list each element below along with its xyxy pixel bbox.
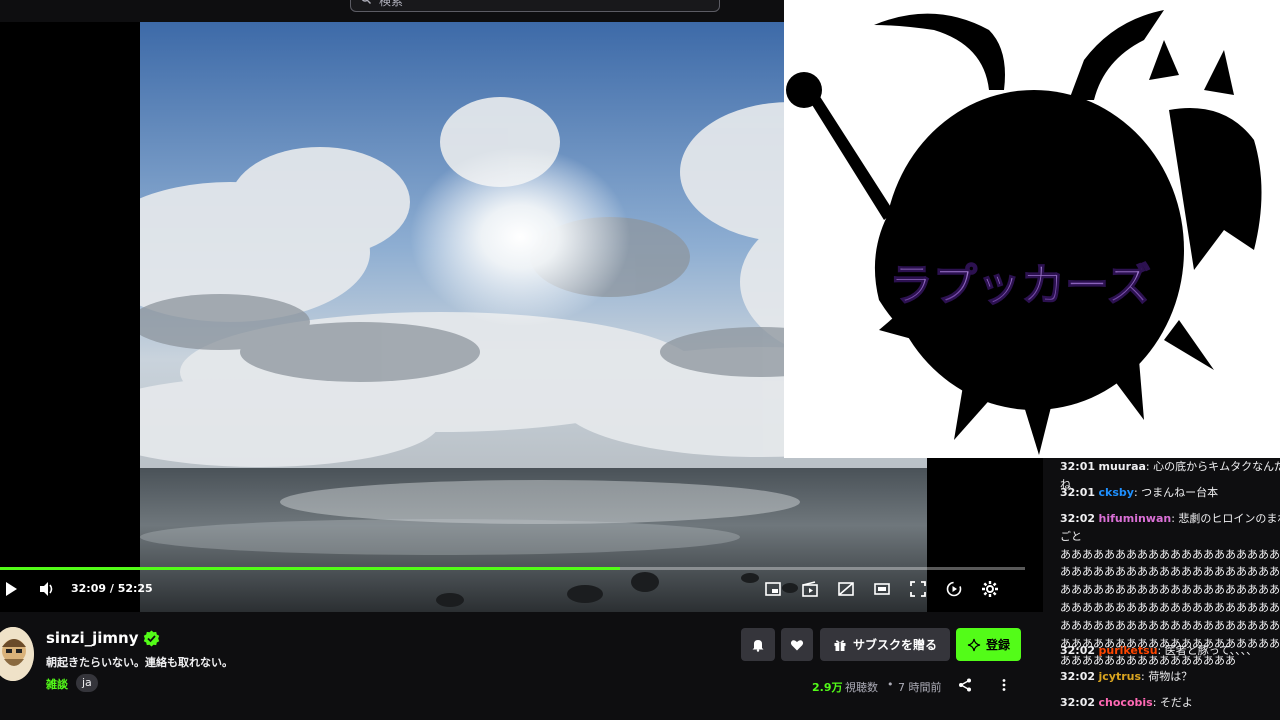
- volume-icon: [40, 582, 53, 596]
- viewer-label: 視聴数: [845, 681, 878, 694]
- subscribe-label: 登録: [985, 638, 1010, 652]
- stream-info: sinzi_jimny 朝起きたらいない。連絡も取れない。 雑談 ja サブスク…: [0, 612, 1043, 720]
- silhouette-logo: ラプッカーズ: [786, 10, 1262, 455]
- chat-username[interactable]: puriketsu: [1099, 644, 1158, 657]
- search-icon: [361, 0, 371, 4]
- theater-mode-button[interactable]: [871, 578, 893, 600]
- viewer-count: 2.9万: [812, 681, 843, 694]
- chat-timestamp: 32:02: [1060, 512, 1096, 525]
- mini-player-icon: [765, 582, 781, 596]
- chat-message: 32:02 puriketsu: 医者と豚って、、、、: [1060, 644, 1258, 657]
- chat-username[interactable]: chocobis: [1099, 696, 1153, 709]
- chat-timestamp: 32:01: [1060, 460, 1096, 473]
- notification-button[interactable]: [741, 628, 775, 661]
- search-input[interactable]: 検索: [350, 0, 720, 12]
- more-options-button[interactable]: [995, 676, 1013, 694]
- separator-dot: •: [887, 678, 894, 691]
- play-icon: [6, 582, 17, 596]
- settings-button[interactable]: [979, 578, 1001, 600]
- search-placeholder: 検索: [379, 0, 404, 8]
- theater-mode-icon: [874, 583, 890, 595]
- subscribe-button[interactable]: 登録: [956, 628, 1021, 661]
- chat-text: つまんねー台本: [1141, 486, 1219, 499]
- channel-name[interactable]: sinzi_jimny: [46, 629, 139, 647]
- avatar[interactable]: [0, 627, 34, 681]
- chat-panel: 32:01 muuraa: 心の底からキムタクなんだね 32:01 cksby: …: [1043, 458, 1280, 720]
- avatar-image: [0, 627, 34, 681]
- clip-icon: [802, 581, 818, 597]
- gift-sub-button[interactable]: サブスクを贈る: [820, 628, 950, 661]
- chat-username[interactable]: hifuminwan: [1099, 512, 1172, 525]
- progress-fill: [0, 567, 621, 570]
- volume-button[interactable]: [36, 578, 58, 600]
- top-bar: 検索: [0, 0, 784, 22]
- chat-timestamp: 32:02: [1060, 670, 1096, 683]
- live-button[interactable]: [943, 578, 965, 600]
- share-icon: [959, 678, 971, 692]
- logo-text: ラプッカーズ: [889, 260, 1151, 311]
- gear-icon: [982, 581, 998, 597]
- sparkle-icon: [967, 638, 981, 651]
- follow-button[interactable]: [781, 628, 813, 661]
- chat-message: 32:02 jcytrus: 荷物は？: [1060, 670, 1193, 683]
- stream-title: 朝起きたらいない。連絡も取れない。: [46, 656, 233, 669]
- play-button[interactable]: [0, 578, 22, 600]
- progress-bar[interactable]: [0, 567, 1025, 570]
- chat-text: 医者と豚って、、、、: [1164, 644, 1258, 657]
- chat-timestamp: 32:02: [1060, 696, 1096, 709]
- fullscreen-icon: [910, 581, 926, 597]
- kebab-menu-icon: [1002, 679, 1006, 691]
- gift-icon: [834, 639, 846, 651]
- chat-username[interactable]: cksby: [1099, 486, 1134, 499]
- chat-timestamp: 32:02: [1060, 644, 1096, 657]
- stream-uptime: 7 時間前: [898, 681, 942, 694]
- category-link[interactable]: 雑談: [46, 676, 68, 692]
- chat-text: 荷物は？: [1148, 670, 1193, 683]
- heart-icon: [790, 639, 804, 650]
- chat-timestamp: 32:01: [1060, 486, 1096, 499]
- bell-icon: [752, 639, 764, 652]
- fullscreen-button[interactable]: [907, 578, 929, 600]
- time-display: 32:09 / 52:25: [71, 582, 153, 595]
- verified-badge-icon: [143, 630, 160, 647]
- player-controls: 32:09 / 52:25: [0, 578, 1043, 608]
- chat-username[interactable]: muuraa: [1099, 460, 1146, 473]
- live-icon: [946, 581, 962, 597]
- chat-username[interactable]: jcytrus: [1099, 670, 1142, 683]
- captions-off-icon: [838, 582, 854, 596]
- overlay-artwork: ラプッカーズ: [784, 0, 1280, 458]
- language-tag[interactable]: ja: [76, 674, 98, 692]
- gift-sub-label: サブスクを贈る: [852, 638, 937, 652]
- captions-off-button[interactable]: [835, 578, 857, 600]
- mini-player-button[interactable]: [762, 578, 784, 600]
- share-button[interactable]: [956, 676, 974, 694]
- chat-text: そだよ: [1159, 696, 1193, 709]
- chat-message: 32:02 chocobis: そだよ: [1060, 696, 1193, 709]
- clip-button[interactable]: [799, 578, 821, 600]
- chat-message: 32:01 cksby: つまんねー台本: [1060, 486, 1219, 499]
